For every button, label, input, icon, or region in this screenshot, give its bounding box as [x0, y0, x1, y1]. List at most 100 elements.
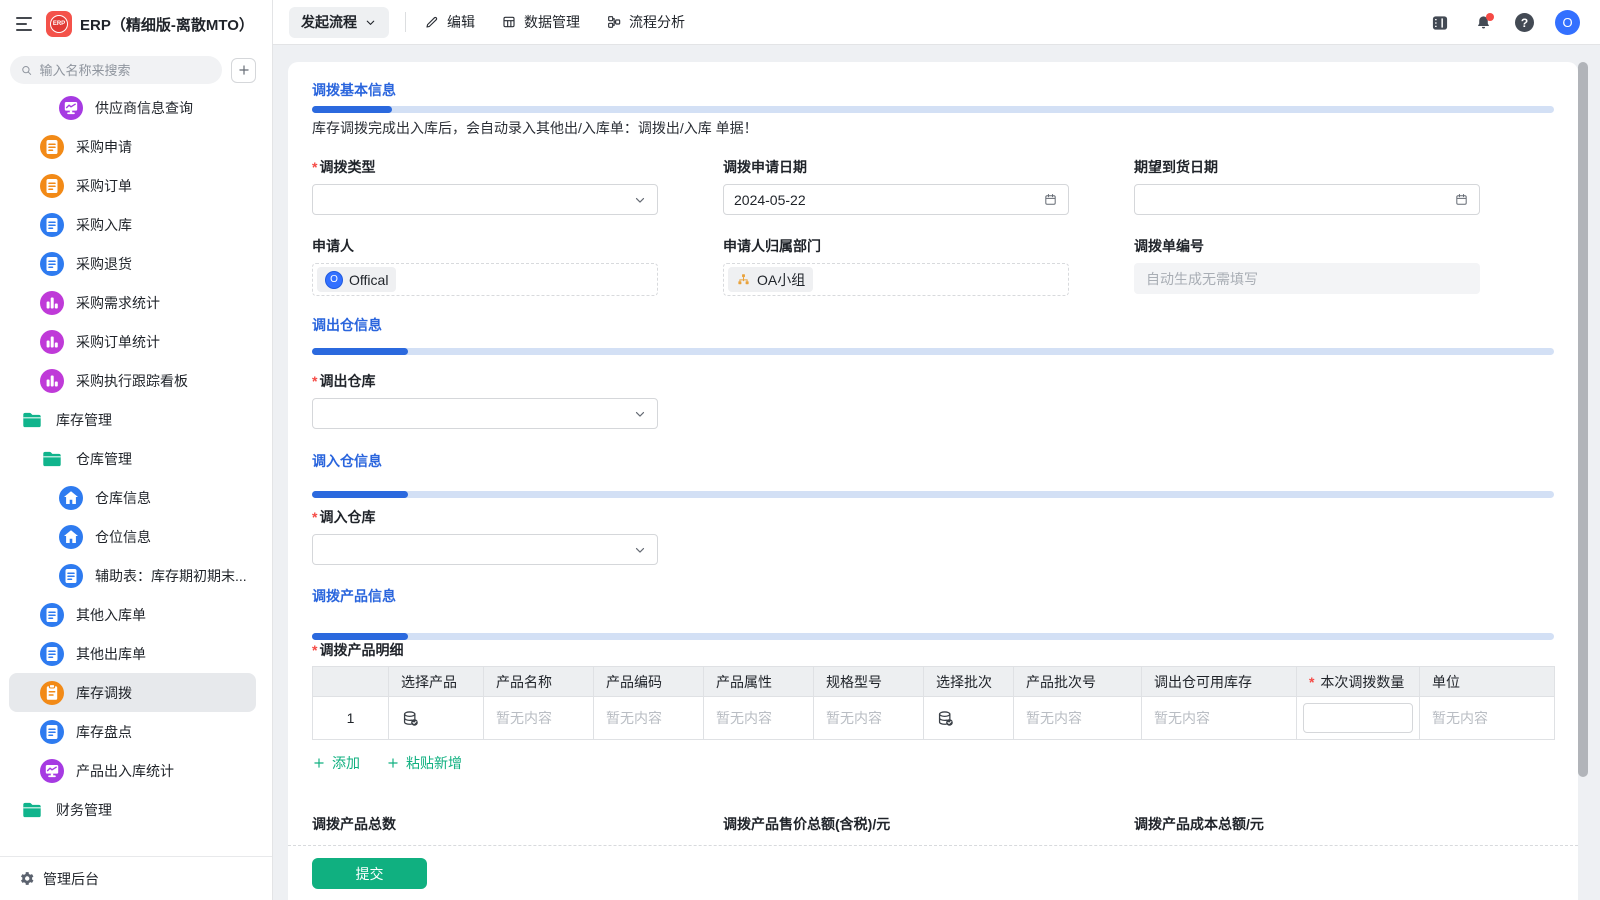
apply-date-input[interactable] — [734, 191, 1043, 208]
help-button[interactable]: ? — [1515, 13, 1534, 32]
department-tag-label: OA小组 — [757, 271, 806, 288]
home-icon — [59, 524, 83, 549]
sidebar-group-warehouse-management[interactable]: 仓库管理 — [9, 439, 256, 478]
sidebar-item-supplier-info-query[interactable]: 供应商信息查询 — [9, 88, 256, 127]
select-batch-database-icon[interactable] — [936, 709, 955, 728]
sidebar-item-inventory-count[interactable]: 库存盘点 — [9, 712, 256, 751]
sidebar-item-bin-info[interactable]: 仓位信息 — [9, 517, 256, 556]
expect-date-input[interactable] — [1145, 191, 1454, 208]
panel-icon — [1430, 13, 1450, 33]
add-row-button[interactable]: 添加 — [312, 753, 360, 773]
section-progress-out — [312, 348, 1554, 355]
row-index: 1 — [312, 696, 389, 740]
department-tag: OA小组 — [728, 267, 814, 292]
sidebar-item-other-outbound[interactable]: 其他出库单 — [9, 634, 256, 673]
sidebar-nav: 供应商信息查询 采购申请 采购订单 采购入库 采购退货 采购需求统计 采购订单统… — [0, 88, 272, 840]
start-flow-label: 发起流程 — [301, 14, 357, 30]
notifications-button[interactable] — [1472, 12, 1494, 34]
product-detail-label-row: * 调拨产品明细 — [312, 640, 403, 660]
document-icon — [40, 173, 64, 198]
order-no-placeholder: 自动生成无需填写 — [1146, 270, 1258, 287]
flow-analysis-button[interactable]: 流程分析 — [606, 12, 685, 32]
sidebar-group-finance-management[interactable]: 财务管理 — [9, 790, 256, 829]
header-transfer-qty: * 本次调拨数量 — [1296, 666, 1420, 697]
table-grid-icon — [501, 14, 517, 30]
select-product-database-icon[interactable] — [401, 709, 420, 728]
sidebar-item-label: 采购订单 — [76, 177, 132, 194]
sidebar-search[interactable] — [10, 56, 222, 84]
chevron-down-icon — [633, 407, 647, 421]
cell-batch-no: 暂无内容 — [1013, 696, 1142, 740]
sidebar-item-label: 采购申请 — [76, 138, 132, 155]
collapse-menu-icon[interactable] — [16, 17, 34, 31]
header-unit: 单位 — [1419, 666, 1555, 697]
out-warehouse-label: 调出仓库 — [319, 373, 376, 389]
data-manage-button[interactable]: 数据管理 — [501, 12, 580, 32]
sidebar-item-label: 产品出入库统计 — [76, 762, 174, 779]
required-mark: * — [312, 509, 318, 525]
sidebar-item-product-io-stats[interactable]: 产品出入库统计 — [9, 751, 256, 790]
add-app-button[interactable] — [231, 57, 256, 83]
document-icon — [40, 719, 64, 744]
department-field[interactable]: OA小组 — [723, 263, 1069, 296]
paste-add-button[interactable]: 粘贴新增 — [386, 753, 462, 773]
chevron-down-icon — [633, 543, 647, 557]
header-select-batch: 选择批次 — [923, 666, 1014, 697]
applicant-tag: O Offical — [317, 267, 397, 292]
total-sale-label: 调拨产品售价总额(含税)/元 — [723, 816, 891, 832]
plus-icon — [312, 756, 326, 770]
product-detail-table: 选择产品 产品名称 产品编码 产品属性 规格型号 选择批次 产品批次号 调出仓可… — [312, 666, 1555, 740]
cell-product-code: 暂无内容 — [593, 696, 704, 740]
calendar-icon[interactable] — [1043, 192, 1058, 207]
sidebar-item-purchase-inbound[interactable]: 采购入库 — [9, 205, 256, 244]
sidebar-item-purchase-tracking-board[interactable]: 采购执行跟踪看板 — [9, 361, 256, 400]
calendar-icon[interactable] — [1454, 192, 1469, 207]
vertical-scrollbar[interactable] — [1578, 62, 1588, 777]
out-warehouse-select[interactable] — [312, 398, 658, 429]
sidebar-item-inventory-transfer[interactable]: 库存调拨 — [9, 673, 256, 712]
edit-button[interactable]: 编辑 — [424, 12, 475, 32]
sidebar-item-other-inbound[interactable]: 其他入库单 — [9, 595, 256, 634]
sidebar-header: ERP ERP（精细版-离散MTO） — [0, 0, 272, 48]
sidebar-item-purchase-order-stats[interactable]: 采购订单统计 — [9, 322, 256, 361]
sidebar-item-purchase-return[interactable]: 采购退货 — [9, 244, 256, 283]
transfer-type-label: 调拨类型 — [319, 159, 376, 175]
table-header-row: 选择产品 产品名称 产品编码 产品属性 规格型号 选择批次 产品批次号 调出仓可… — [312, 666, 1555, 697]
clipboard-icon — [40, 680, 64, 705]
transfer-qty-input[interactable] — [1303, 703, 1413, 733]
section-progress-products — [312, 633, 1554, 640]
toolbar-divider — [405, 12, 406, 32]
field-applicant: 申请人 O Offical — [312, 236, 658, 296]
search-icon — [20, 63, 33, 78]
sidebar-item-purchase-demand-stats[interactable]: 采购需求统计 — [9, 283, 256, 322]
in-warehouse-select[interactable] — [312, 534, 658, 565]
flow-chart-icon — [606, 14, 622, 30]
side-panel-toggle-button[interactable] — [1429, 12, 1451, 34]
cell-spec-model: 暂无内容 — [813, 696, 924, 740]
applicant-member-field[interactable]: O Offical — [312, 263, 658, 296]
transfer-type-select[interactable] — [312, 184, 658, 215]
sidebar-item-label: 采购执行跟踪看板 — [76, 372, 188, 389]
sidebar-item-aux-period-table[interactable]: 辅助表：库存期初期末... — [9, 556, 256, 595]
document-icon — [40, 212, 64, 237]
table-row: 1 暂无内容 暂无内容 暂无内容 暂无内容 暂无内容 暂无内容 暂无内容 — [312, 696, 1555, 740]
sidebar-item-label: 仓库管理 — [76, 450, 132, 467]
submit-button[interactable]: 提交 — [312, 858, 427, 889]
paste-add-label: 粘贴新增 — [406, 755, 462, 771]
header-product-name: 产品名称 — [483, 666, 594, 697]
user-avatar[interactable]: O — [1555, 10, 1580, 35]
sidebar-item-warehouse-info[interactable]: 仓库信息 — [9, 478, 256, 517]
bar-chart-icon — [40, 290, 64, 315]
start-flow-button[interactable]: 发起流程 — [289, 6, 389, 38]
admin-console-button[interactable]: 管理后台 — [0, 856, 272, 900]
search-input[interactable] — [39, 62, 212, 78]
sidebar-group-inventory-management[interactable]: 库存管理 — [9, 400, 256, 439]
sidebar-item-purchase-request[interactable]: 采购申请 — [9, 127, 256, 166]
sidebar-item-purchase-order[interactable]: 采购订单 — [9, 166, 256, 205]
field-transfer-type: * 调拨类型 — [312, 157, 658, 215]
required-mark: * — [312, 642, 318, 658]
data-manage-label: 数据管理 — [524, 14, 580, 30]
applicant-label: 申请人 — [312, 238, 354, 254]
cell-product-name: 暂无内容 — [483, 696, 594, 740]
sidebar-item-label: 采购订单统计 — [76, 333, 160, 350]
